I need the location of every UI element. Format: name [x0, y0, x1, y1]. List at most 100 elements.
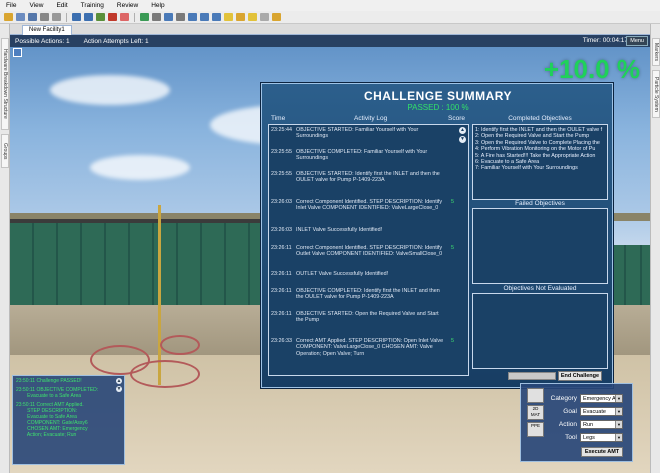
log-entry: 23:26:03 Correct Component Identified. ST… — [271, 199, 451, 212]
settings-icon[interactable] — [236, 13, 245, 21]
failed-objectives-list[interactable] — [472, 208, 608, 284]
activity-log-header: Activity Log — [354, 115, 388, 122]
menu-file[interactable]: File — [6, 2, 16, 9]
menu-button[interactable]: Menu — [626, 36, 648, 46]
toolbar-divider — [66, 12, 67, 22]
scroll-up-icon[interactable]: ▲ — [116, 378, 122, 384]
measure-icon[interactable] — [260, 13, 269, 21]
scroll-up-icon[interactable]: ▲ — [459, 127, 466, 134]
tool-select[interactable]: Legs ▼ — [580, 433, 623, 442]
camera-icon[interactable] — [164, 13, 173, 21]
save-icon[interactable] — [28, 13, 37, 21]
move-icon[interactable] — [84, 13, 93, 21]
completed-objective-item: 7: Familiar Yourself with Your Surroundi… — [475, 165, 578, 172]
ppe-button[interactable]: PPE — [527, 422, 544, 437]
completed-objective-item: 2: Open the Required Valve and Start the… — [475, 133, 590, 140]
users-icon[interactable] — [200, 13, 209, 21]
log-time: 23:26:11 — [271, 271, 292, 277]
right-dock: Markers Particle System — [650, 24, 660, 473]
light-bulb-icon[interactable] — [224, 13, 233, 21]
log-text: Correct Component Identified. STEP DESCR… — [296, 199, 443, 212]
score-header: Score — [448, 115, 465, 122]
log-time: 23:26:03 — [271, 227, 292, 233]
action-label: Action — [558, 421, 577, 428]
end-challenge-button[interactable]: End Challenge — [558, 371, 602, 381]
toolbar — [0, 11, 660, 24]
export-icon[interactable] — [272, 13, 281, 21]
marker-icon[interactable] — [120, 13, 129, 21]
hardware-breakdown-tab[interactable]: Hardware Breakdown Structure — [1, 38, 9, 130]
goal-select[interactable]: Evacuate ▼ — [580, 407, 623, 416]
action-select[interactable]: Run ▼ — [580, 420, 623, 429]
menu-view[interactable]: View — [29, 2, 43, 9]
scroll-down-icon[interactable]: ▼ — [459, 136, 466, 143]
not-evaluated-header: Objectives Not Evaluated — [503, 285, 577, 292]
action-value: Run — [583, 422, 594, 428]
layers-icon[interactable] — [176, 13, 185, 21]
user-icon[interactable] — [188, 13, 197, 21]
log-time: 23:26:11 — [271, 311, 292, 317]
log-entry: 23:26:11 Correct Component Identified. ST… — [271, 245, 451, 258]
category-select[interactable]: Emergency Ac ▼ — [580, 394, 623, 403]
log-text: OBJECTIVE STARTED: Familiar Yourself wit… — [296, 127, 419, 140]
not-evaluated-list[interactable] — [472, 293, 608, 369]
new-file-icon[interactable] — [4, 13, 13, 21]
copy-icon[interactable] — [40, 13, 49, 21]
chevron-down-icon: ▼ — [615, 395, 622, 402]
rotate-icon[interactable] — [96, 13, 105, 21]
particle-system-tab[interactable]: Particle System — [652, 70, 660, 118]
open-file-icon[interactable] — [16, 13, 25, 21]
markers-tab[interactable]: Markers — [652, 38, 660, 66]
log-text: OBJECTIVE COMPLETED: Identify first the … — [296, 288, 440, 301]
left-dock: Hardware Breakdown Structure Groups — [0, 24, 10, 473]
2d-mat-button[interactable]: 2D MAT — [527, 405, 544, 420]
timer: Timer: 00:04:17 — [582, 37, 628, 44]
select-icon[interactable] — [72, 13, 81, 21]
menu-review[interactable]: Review — [117, 2, 138, 9]
document-tab-bar: New Facility1 — [10, 24, 650, 35]
group-icon[interactable] — [212, 13, 221, 21]
log-entry: 23:25:55 OBJECTIVE STARTED: Identify firs… — [271, 171, 451, 184]
log-text: INLET Valve Successfully Identified! — [296, 227, 383, 233]
log-time: 23:26:03 — [271, 199, 292, 205]
event-log-panel[interactable]: ▲ ▼ 23:50:11 Challenge PASSED! 23:50:11 O… — [12, 375, 125, 465]
goal-value: Evacuate — [583, 409, 606, 415]
tab-new-facility[interactable]: New Facility1 — [22, 25, 72, 35]
delete-icon[interactable] — [108, 13, 117, 21]
score-percentage: +10.0 % — [543, 54, 640, 84]
view-toggle-icon[interactable] — [13, 48, 22, 57]
category-value: Emergency Ac — [583, 396, 619, 402]
paste-icon[interactable] — [52, 13, 61, 21]
flag-pole — [158, 205, 161, 385]
log-score: 5 — [451, 245, 454, 251]
status-bar: Possible Actions: 1 Action Attempts Left… — [10, 35, 650, 47]
menu-help[interactable]: Help — [151, 2, 164, 9]
log-score: 5 — [451, 199, 454, 205]
view-dropdown-icon[interactable] — [152, 13, 161, 21]
progress-bar — [508, 372, 556, 380]
chevron-down-icon: ▼ — [615, 434, 622, 441]
execute-amt-button[interactable]: Execute AMT — [581, 447, 623, 457]
menu-edit[interactable]: Edit — [56, 2, 67, 9]
tool-value: Legs — [583, 435, 595, 441]
play-icon[interactable] — [140, 13, 149, 21]
challenge-summary-dialog: CHALLENGE SUMMARY PASSED : 100 % Time Ac… — [261, 83, 613, 388]
chevron-down-icon: ▼ — [615, 408, 622, 415]
log-entry: 23:26:11 OBJECTIVE COMPLETED: Identify fi… — [271, 288, 451, 301]
log-time: 23:26:11 — [271, 288, 292, 294]
scroll-down-icon[interactable]: ▼ — [116, 386, 122, 392]
menu-training[interactable]: Training — [81, 2, 104, 9]
log-entry: 23:26:03 INLET Valve Successfully Identif… — [271, 227, 451, 233]
log-text: OBJECTIVE STARTED: Identify first the IN… — [296, 171, 440, 184]
highlight-icon[interactable] — [248, 13, 257, 21]
groups-tab[interactable]: Groups — [1, 134, 9, 168]
log-time: 23:26:33 — [271, 338, 292, 344]
completed-objectives-list[interactable]: 1: Identify first the INLET and then the… — [472, 124, 608, 200]
fire-hose-loop — [160, 335, 200, 355]
failed-objectives-header: Failed Objectives — [515, 200, 565, 207]
log-text: OBJECTIVE STARTED: Open the Required Val… — [296, 311, 439, 324]
tool-button-1[interactable] — [527, 388, 544, 403]
chevron-down-icon: ▼ — [615, 421, 622, 428]
activity-log-list[interactable]: ▲ ▼ 23:25:44 OBJECTIVE STARTED: Familiar … — [268, 124, 469, 376]
goal-label: Goal — [563, 408, 577, 415]
